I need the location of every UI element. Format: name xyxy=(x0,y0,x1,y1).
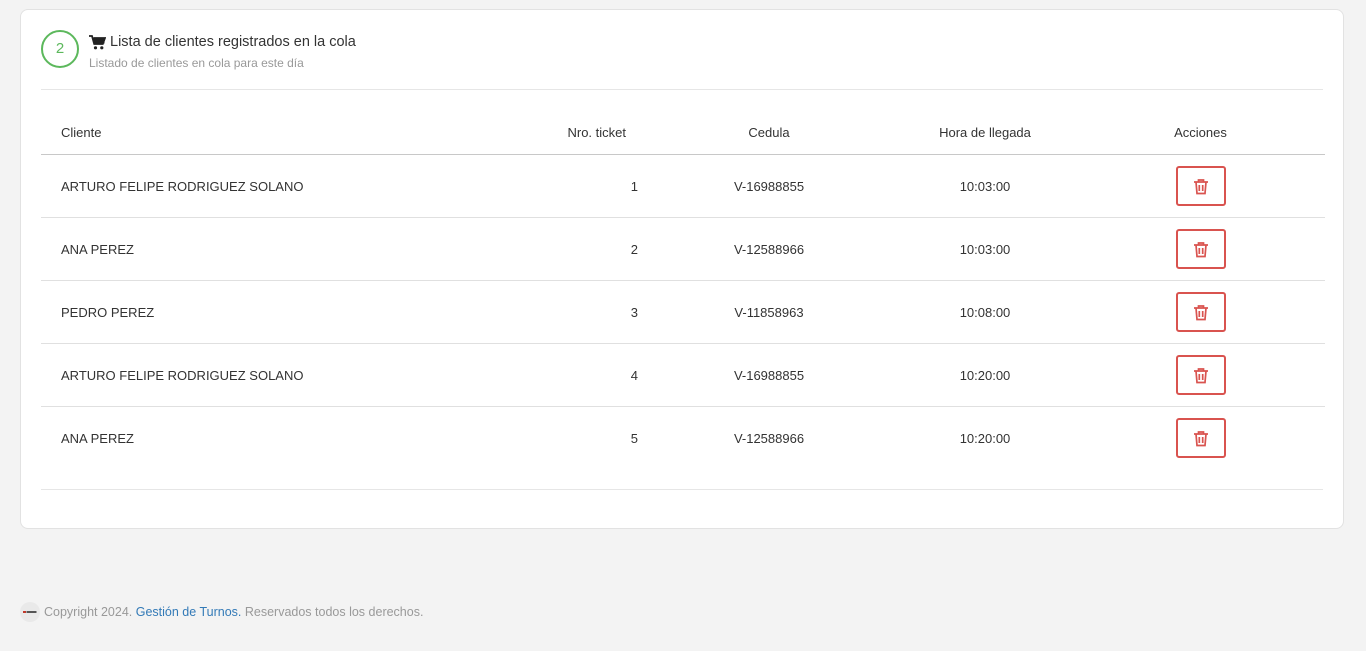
delete-button[interactable] xyxy=(1175,229,1226,269)
header-cedula: Cedula xyxy=(644,111,894,155)
cell-hora: 10:03:00 xyxy=(894,154,1076,218)
cell-cedula: V-12588966 xyxy=(733,430,805,446)
cell-acciones xyxy=(1076,343,1325,407)
footer: Copyright 2024. Gestión de Turnos. Reser… xyxy=(20,602,423,622)
panel-subtitle: Listado de clientes en cola para este dí… xyxy=(89,56,304,70)
cell-cliente: ANA PEREZ xyxy=(61,430,134,446)
header-cliente: Cliente xyxy=(41,111,521,155)
cell-ticket: 2 xyxy=(521,217,644,281)
panel-title: Lista de clientes registrados en la cola xyxy=(89,34,356,50)
brand-logo-icon xyxy=(20,602,40,622)
cell-cliente: PEDRO PEREZ xyxy=(41,280,521,344)
cell-acciones xyxy=(1076,217,1325,281)
cell-hora: 10:03:00 xyxy=(894,217,1076,281)
header-ticket: Nro. ticket xyxy=(521,111,644,155)
cell-hora: 10:08:00 xyxy=(894,280,1076,344)
delete-button[interactable] xyxy=(1175,418,1226,458)
cell-ticket: 1 xyxy=(521,154,644,218)
table-row: ANA PEREZ 2 V-12588966 10:03:00 xyxy=(41,217,1325,281)
cell-cliente: ARTURO FELIPE RODRIGUEZ SOLANO xyxy=(41,154,521,218)
cell-cedula: V-11858963 xyxy=(644,280,894,344)
table-row: ARTURO FELIPE RODRIGUEZ SOLANO 4 V-16988… xyxy=(41,343,1325,407)
trash-icon xyxy=(1193,367,1208,383)
cell-cedula: V-16988855 xyxy=(644,343,894,407)
shopping-cart-icon xyxy=(89,34,106,49)
table-row: PEDRO PEREZ 3 V-11858963 10:08:00 xyxy=(41,280,1325,344)
table-header-row: Cliente Nro. ticket Cedula Hora de llega… xyxy=(41,111,1325,155)
cell-acciones xyxy=(1076,154,1325,218)
cell-cliente: ARTURO FELIPE RODRIGUEZ SOLANO xyxy=(41,343,521,407)
cell-ticket: 4 xyxy=(521,343,644,407)
footer-brand-link[interactable]: Gestión de Turnos. xyxy=(136,605,242,619)
cell-cedula: V-12588966 xyxy=(644,217,894,281)
table-row: ARTURO FELIPE RODRIGUEZ SOLANO 1 V-16988… xyxy=(41,154,1325,218)
cell-acciones xyxy=(1076,407,1325,470)
clients-table: Cliente Nro. ticket Cedula Hora de llega… xyxy=(41,111,1325,469)
step-number-badge: 2 xyxy=(41,30,79,68)
cell-hora: 10:20:00 xyxy=(959,430,1011,446)
divider xyxy=(41,489,1323,490)
header-hora: Hora de llegada xyxy=(894,111,1076,155)
panel-title-text: Lista de clientes registrados en la cola xyxy=(110,34,356,50)
cell-cedula: V-16988855 xyxy=(644,154,894,218)
footer-copyright: Copyright 2024. xyxy=(44,605,133,619)
trash-icon xyxy=(1193,304,1208,320)
table-row: ANA PEREZ 5 V-12588966 10:20:00 xyxy=(41,407,1325,470)
cell-ticket: 5 xyxy=(630,430,638,446)
cell-acciones xyxy=(1076,280,1325,344)
header-acciones: Acciones xyxy=(1076,111,1325,155)
trash-icon xyxy=(1193,241,1208,257)
cell-hora: 10:20:00 xyxy=(894,343,1076,407)
delete-button[interactable] xyxy=(1175,355,1226,395)
queue-panel: 2 Lista de clientes registrados en la co… xyxy=(20,9,1344,529)
divider xyxy=(41,89,1323,90)
trash-icon xyxy=(1193,178,1208,194)
footer-rights: Reservados todos los derechos. xyxy=(244,605,424,619)
cell-cliente: ANA PEREZ xyxy=(41,217,521,281)
delete-button[interactable] xyxy=(1175,292,1226,332)
trash-icon xyxy=(1193,430,1208,446)
cell-ticket: 3 xyxy=(521,280,644,344)
delete-button[interactable] xyxy=(1175,166,1226,206)
